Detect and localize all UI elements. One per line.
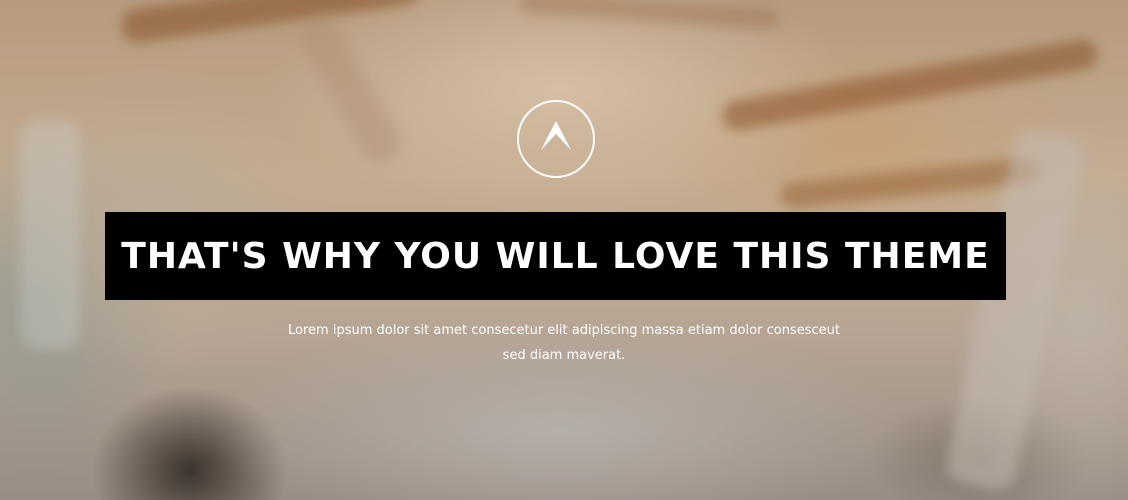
hero-description: Lorem ipsum dolor sit amet consecetur el… <box>264 318 864 368</box>
chevron-up-icon <box>541 121 571 150</box>
hero-description-line-1: Lorem ipsum dolor sit amet consecetur el… <box>288 323 840 338</box>
hero-title: THAT'S WHY YOU WILL LOVE THIS THEME <box>121 235 990 277</box>
title-banner: THAT'S WHY YOU WILL LOVE THIS THEME <box>105 212 1006 300</box>
hero-description-line-2: sed diam maverat. <box>502 348 626 363</box>
hero-section: THAT'S WHY YOU WILL LOVE THIS THEME Lore… <box>0 0 1128 500</box>
hero-content: THAT'S WHY YOU WILL LOVE THIS THEME Lore… <box>0 0 1128 500</box>
logo-circle <box>517 100 595 178</box>
